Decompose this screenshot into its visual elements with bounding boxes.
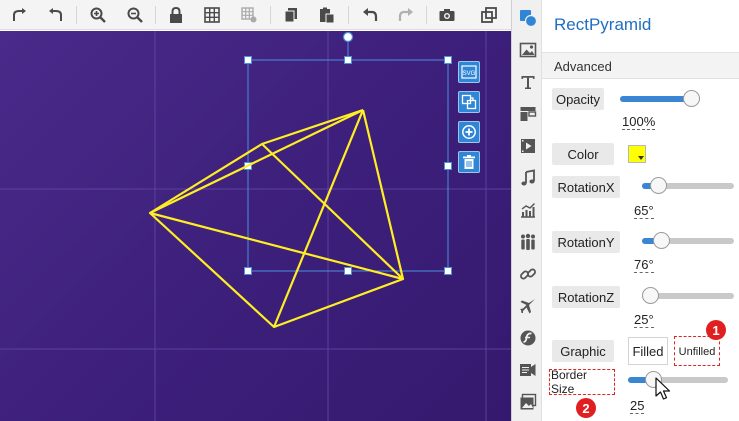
- mouse-cursor-icon: [655, 377, 671, 400]
- rotation-z-value[interactable]: 25°: [634, 312, 654, 328]
- layout-icon[interactable]: [518, 104, 537, 123]
- redo-icon[interactable]: [396, 5, 416, 25]
- opacity-slider[interactable]: [620, 90, 700, 107]
- opacity-label: Opacity: [552, 88, 604, 110]
- properties-panel: RectPyramid Advanced Opacity 100% Color …: [542, 0, 739, 421]
- rotation-y-slider[interactable]: [642, 232, 734, 249]
- plane-icon[interactable]: [518, 296, 537, 315]
- graphic-label: Graphic: [552, 340, 614, 362]
- rotation-z-label: RotationZ: [552, 286, 620, 308]
- rotation-x-slider[interactable]: [642, 177, 734, 194]
- border-size-value[interactable]: 25: [630, 398, 645, 414]
- paste-icon[interactable]: [317, 5, 337, 25]
- camera-icon[interactable]: [437, 5, 457, 25]
- grid-icon[interactable]: [202, 5, 222, 25]
- add-icon[interactable]: [458, 121, 480, 143]
- gallery-icon[interactable]: [518, 392, 537, 411]
- replace-icon[interactable]: [458, 91, 480, 113]
- filled-option[interactable]: Filled: [628, 337, 668, 365]
- music-icon[interactable]: [518, 168, 537, 187]
- step-badge-1: 1: [706, 320, 726, 340]
- sound-icon[interactable]: [518, 360, 537, 379]
- border-size-slider[interactable]: [628, 371, 728, 388]
- asset-sidebar: [511, 0, 542, 421]
- undo-icon[interactable]: [360, 5, 380, 25]
- rotation-x-slider-thumb[interactable]: [650, 177, 668, 194]
- text-icon[interactable]: [518, 72, 537, 91]
- grid-settings-icon[interactable]: [239, 5, 259, 25]
- step-badge-2: 2: [576, 398, 596, 418]
- shapes-icon[interactable]: [518, 8, 537, 27]
- svg-icon[interactable]: SVG: [458, 61, 480, 83]
- link-icon[interactable]: [518, 264, 537, 283]
- rotation-z-slider[interactable]: [642, 287, 734, 304]
- rotation-x-value[interactable]: 65°: [634, 203, 654, 219]
- image-icon[interactable]: [518, 40, 537, 59]
- toolbar: [0, 0, 511, 30]
- opacity-slider-thumb[interactable]: [683, 90, 700, 107]
- opacity-value[interactable]: 100%: [622, 114, 656, 130]
- rotation-y-label: RotationY: [552, 231, 620, 253]
- rotation-z-slider-thumb[interactable]: [642, 287, 659, 304]
- svg-text:SVG: SVG: [463, 71, 476, 77]
- undo-arrow-icon[interactable]: [45, 5, 65, 25]
- zoom-out-icon[interactable]: [125, 5, 145, 25]
- panel-title: RectPyramid: [554, 15, 652, 34]
- rotation-y-slider-thumb[interactable]: [652, 232, 670, 249]
- redo-arrow-icon[interactable]: [10, 5, 30, 25]
- color-swatch[interactable]: [628, 145, 646, 163]
- lock-icon[interactable]: [166, 5, 186, 25]
- canvas[interactable]: SVG: [0, 31, 511, 421]
- advanced-section-header[interactable]: Advanced: [542, 52, 739, 79]
- copy-icon[interactable]: [281, 5, 301, 25]
- delete-icon[interactable]: [458, 151, 480, 173]
- color-label: Color: [552, 143, 614, 165]
- unfilled-option[interactable]: Unfilled: [676, 340, 718, 364]
- section-label: Advanced: [554, 59, 612, 74]
- canvas-scene: [0, 31, 511, 421]
- border-size-label: Border Size: [551, 368, 588, 396]
- rotation-x-label: RotationX: [552, 176, 620, 198]
- rotation-y-value[interactable]: 76°: [634, 257, 654, 273]
- people-icon[interactable]: [518, 232, 537, 251]
- resize-icon[interactable]: [479, 5, 499, 25]
- chevron-down-icon: [638, 156, 644, 160]
- flash-icon[interactable]: [518, 328, 537, 347]
- video-icon[interactable]: [518, 136, 537, 155]
- chart-icon[interactable]: [518, 200, 537, 219]
- zoom-in-icon[interactable]: [88, 5, 108, 25]
- rect-pyramid-shape: [148, 108, 405, 329]
